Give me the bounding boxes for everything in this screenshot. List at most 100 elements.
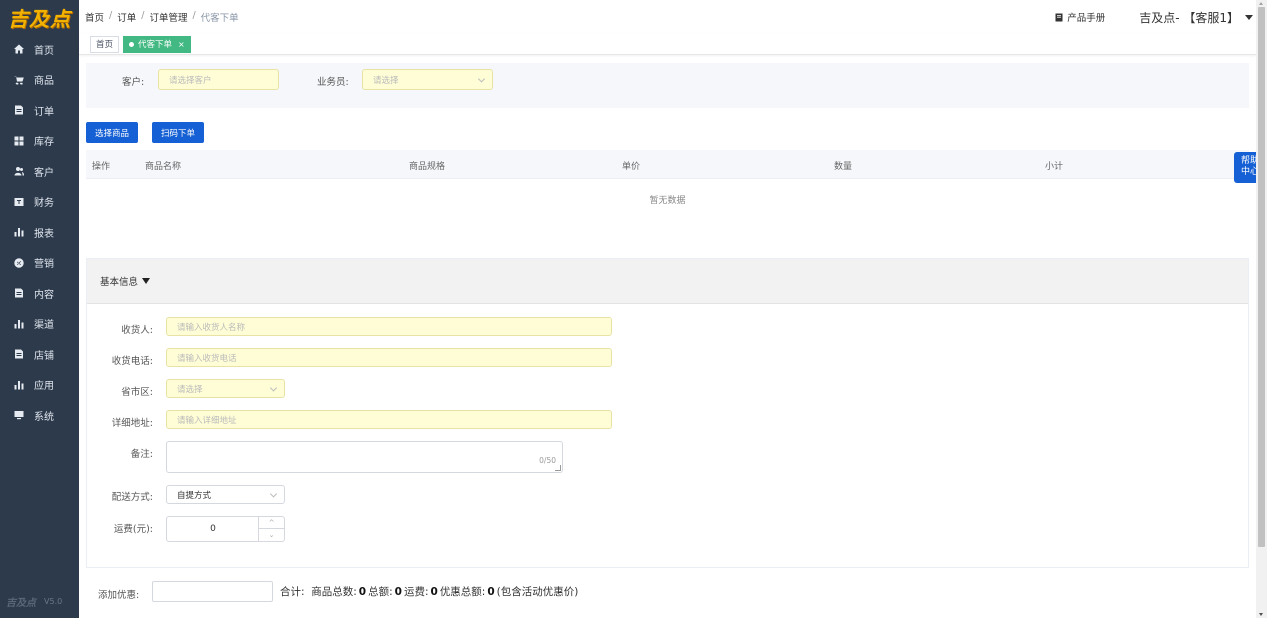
sidebar-item-channels[interactable]: 渠道	[0, 309, 79, 340]
salesman-label: 业务员:	[317, 77, 349, 88]
sidebar-item-label: 库存	[34, 137, 54, 149]
user-name: 吉及点- 【客服1】	[1139, 10, 1239, 25]
sidebar-item-marketing[interactable]: 营销	[0, 248, 79, 279]
sidebar-item-label: 系统	[34, 411, 54, 423]
region-select[interactable]: 请选择	[166, 379, 285, 398]
bar-chart-icon	[13, 318, 24, 329]
summary-note: (包含活动优惠价)	[496, 586, 579, 598]
breadcrumb-orders[interactable]: 订单	[117, 10, 136, 24]
column-header: 单价	[622, 162, 641, 172]
freight-stepper[interactable]: 0 ^ ⌄	[166, 516, 285, 542]
goods-count: 0	[358, 585, 367, 598]
sidebar-item-inventory[interactable]: 库存	[0, 126, 79, 157]
freight-summary-value: 0	[430, 585, 438, 598]
app-logo[interactable]: 吉及点	[0, 0, 79, 34]
close-icon[interactable]: ×	[178, 40, 185, 49]
sidebar-item-content[interactable]: 内容	[0, 278, 79, 309]
basic-info-toggle[interactable]: 基本信息	[87, 259, 1248, 304]
receiver-input[interactable]: 请输入收货人名称	[166, 317, 612, 336]
discount-input[interactable]	[152, 581, 273, 602]
region-placeholder: 请选择	[177, 384, 203, 395]
address-input[interactable]: 请输入详细地址	[166, 410, 612, 429]
sidebar-item-apps[interactable]: 应用	[0, 370, 79, 401]
cart-icon	[13, 74, 24, 85]
scroll-down-icon[interactable]	[1259, 613, 1263, 616]
document-icon	[13, 349, 24, 360]
sidebar-item-stores[interactable]: 店铺	[0, 339, 79, 370]
sidebar-item-label: 店铺	[34, 350, 54, 362]
stepper-down-icon[interactable]: ⌄	[259, 529, 284, 541]
scroll-up-icon[interactable]	[1259, 2, 1263, 5]
grid-icon	[13, 135, 24, 146]
total-label: 合计:	[280, 586, 305, 598]
table-empty-text: 暂无数据	[649, 195, 686, 206]
sidebar-item-customers[interactable]: 客户	[0, 156, 79, 187]
main-content: 客户: 请选择客户 业务员: 请选择 选择商品 扫码下单 操作 商品名称 商品规…	[79, 55, 1266, 618]
column-header: 小计	[1045, 162, 1064, 172]
sidebar-item-goods[interactable]: 商品	[0, 65, 79, 96]
sidebar-item-label: 应用	[34, 381, 54, 393]
tab-label: 首页	[96, 40, 114, 50]
tabs-bar: 首页 代客下单 ×	[79, 34, 1256, 55]
select-goods-button[interactable]: 选择商品	[86, 122, 138, 143]
breadcrumb-home[interactable]: 首页	[85, 10, 104, 24]
sidebar-item-home[interactable]: 首页	[0, 34, 79, 65]
manual-label: 产品手册	[1067, 13, 1106, 24]
chevron-down-icon	[477, 74, 486, 83]
delivery-value: 自提方式	[177, 490, 212, 501]
delivery-label: 配送方式:	[111, 492, 153, 503]
freight-summary-label: 运费:	[403, 586, 429, 598]
stepper-arrows: ^ ⌄	[258, 517, 284, 541]
sidebar-item-reports[interactable]: 报表	[0, 217, 79, 248]
document-icon	[13, 288, 24, 299]
column-header: 数量	[834, 162, 853, 172]
scan-order-button[interactable]: 扫码下单	[152, 122, 204, 143]
caret-down-icon	[1245, 14, 1253, 20]
tab-agent-order[interactable]: 代客下单 ×	[123, 35, 191, 53]
amount-label: 总额:	[368, 586, 393, 598]
discount-label: 添加优惠:	[98, 590, 140, 601]
chevron-down-icon	[269, 383, 278, 392]
bar-chart-icon	[13, 379, 24, 390]
breadcrumb: 首页 / 订单 / 订单管理 / 代客下单	[79, 10, 239, 24]
monitor-icon	[13, 410, 24, 421]
delivery-select[interactable]: 自提方式	[166, 485, 285, 504]
wallet-icon	[13, 196, 24, 207]
sidebar-footer: 吉及点 V5.0	[6, 594, 62, 609]
page-scrollbar[interactable]	[1256, 0, 1267, 618]
sidebar: 吉及点 首页 商品 订单 库存 客户 财务 报表 营销 内容 渠道 店铺 应用 …	[0, 0, 79, 618]
resize-handle-icon[interactable]	[555, 465, 561, 471]
topbar: 首页 / 订单 / 订单管理 / 代客下单 产品手册 吉及点- 【客服1】	[79, 0, 1256, 34]
sidebar-item-system[interactable]: 系统	[0, 400, 79, 431]
customer-placeholder: 请选择客户	[169, 75, 212, 86]
stepper-up-icon[interactable]: ^	[259, 517, 284, 529]
sidebar-item-label: 客户	[34, 167, 54, 179]
salesman-select[interactable]: 请选择	[362, 69, 493, 90]
column-header: 操作	[92, 162, 111, 172]
discount-total-label: 优惠总额:	[439, 586, 486, 598]
freight-value: 0	[210, 524, 216, 534]
address-label: 详细地址:	[111, 418, 153, 429]
customer-select[interactable]: 请选择客户	[158, 69, 279, 90]
user-menu[interactable]: 吉及点- 【客服1】	[1139, 9, 1253, 26]
sidebar-item-label: 首页	[34, 45, 54, 57]
sidebar-item-label: 报表	[34, 228, 54, 240]
logo-text: 吉及点	[8, 6, 71, 31]
tab-label: 代客下单	[138, 40, 173, 50]
users-icon	[13, 166, 24, 177]
customer-label: 客户:	[122, 77, 145, 88]
breadcrumb-order-management[interactable]: 订单管理	[149, 10, 187, 24]
scrollbar-thumb[interactable]	[1258, 7, 1265, 547]
sidebar-item-orders[interactable]: 订单	[0, 95, 79, 126]
chevron-down-icon	[269, 489, 278, 498]
phone-placeholder: 请输入收货电话	[177, 353, 237, 364]
address-placeholder: 请输入详细地址	[177, 415, 237, 426]
remark-textarea[interactable]: 0/50	[166, 441, 563, 473]
summary-row: 添加优惠: 合计: 商品总数: 0 总额: 0 运费: 0 优惠总额: 0 (包…	[86, 579, 1249, 605]
tab-home[interactable]: 首页	[90, 35, 120, 53]
phone-input[interactable]: 请输入收货电话	[166, 348, 612, 367]
active-dot-icon	[129, 41, 135, 47]
sidebar-item-finance[interactable]: 财务	[0, 187, 79, 218]
column-header: 商品名称	[145, 162, 182, 172]
product-manual-link[interactable]: 产品手册	[1055, 10, 1105, 24]
